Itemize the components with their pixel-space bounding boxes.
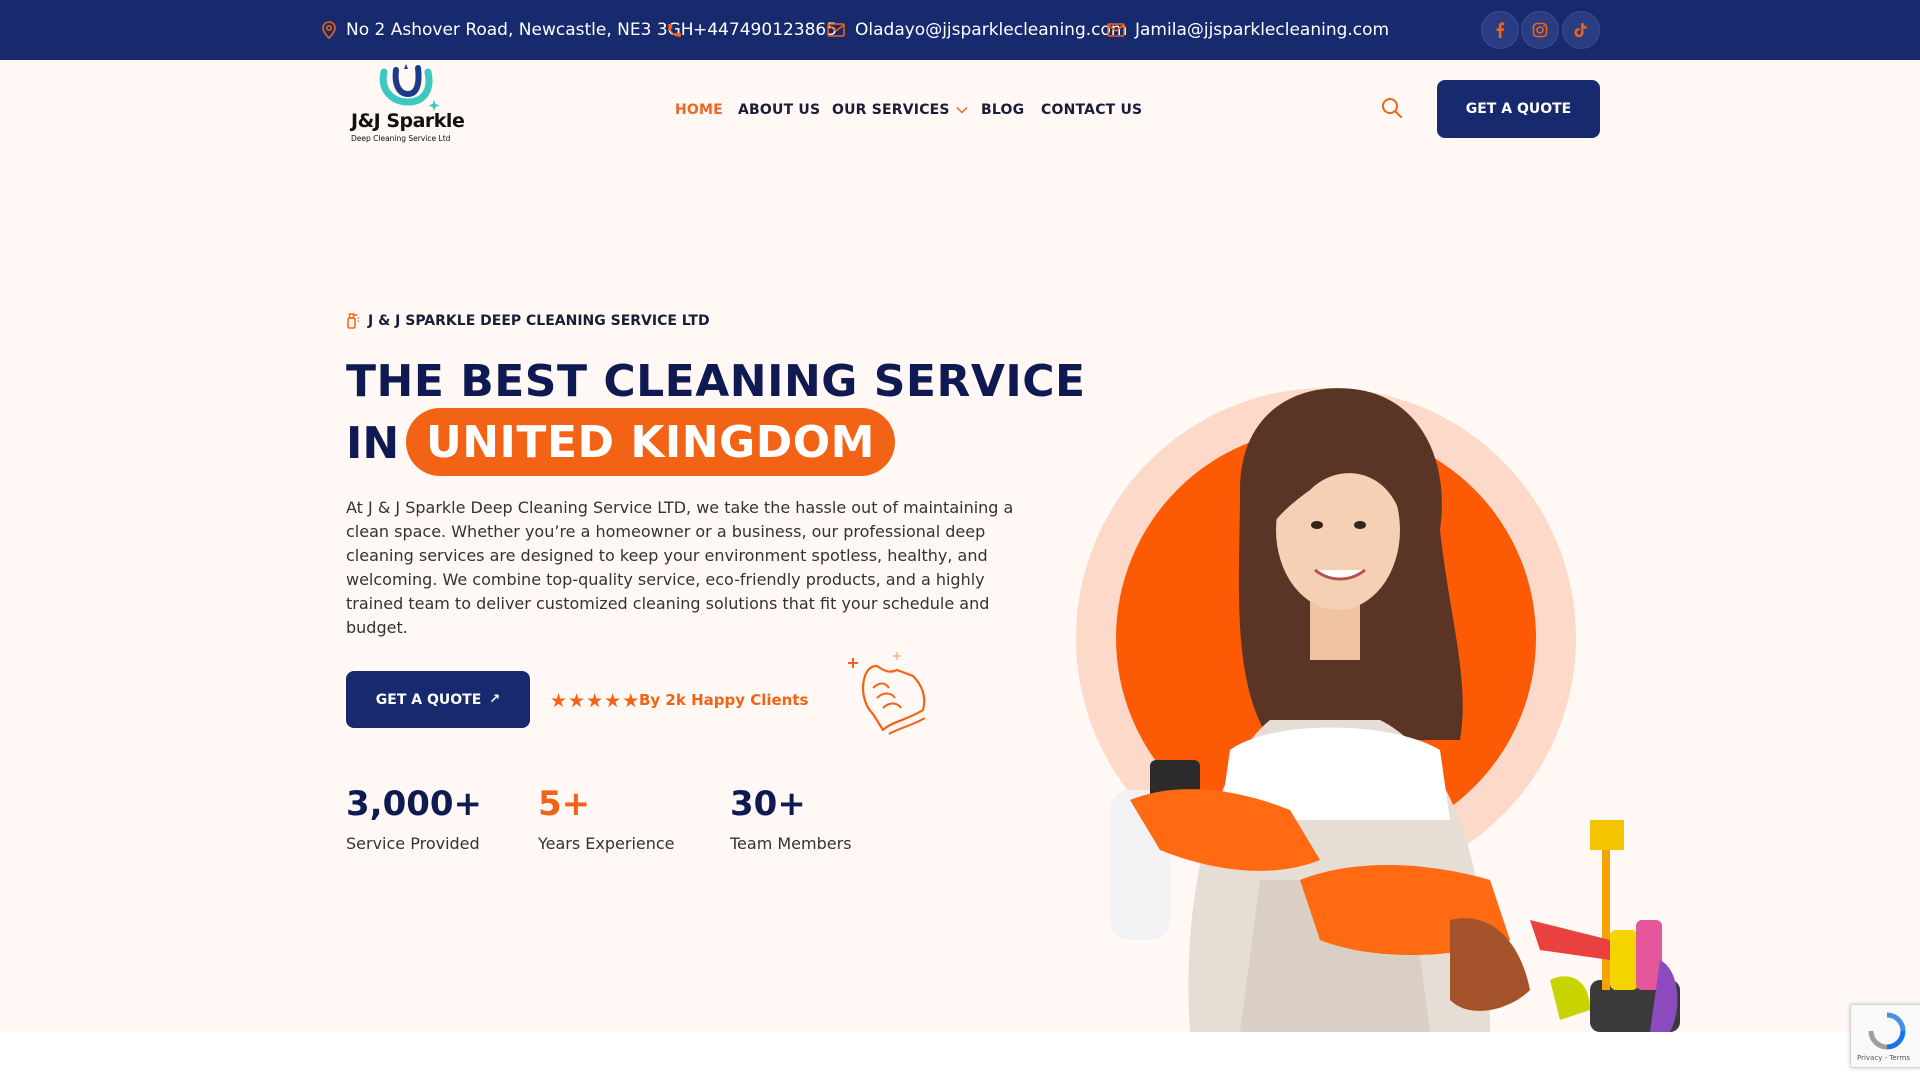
facebook-link[interactable] (1481, 11, 1519, 49)
logo-mark-icon (379, 64, 440, 111)
main-header: J&J Sparkle Deep Cleaning Service Ltd HO… (0, 60, 1920, 160)
location-pin-icon (322, 21, 336, 39)
nav-contact-us[interactable]: CONTACT US (1041, 60, 1142, 160)
get-quote-button-hero[interactable]: GET A QUOTE ↗ (346, 671, 530, 728)
recaptcha-terms[interactable]: Privacy - Terms (1857, 1054, 1910, 1062)
happy-clients-text: By 2k Happy Clients (639, 691, 809, 709)
stat-team-value: 30+ (730, 784, 806, 824)
arrow-up-right-icon: ↗ (489, 692, 501, 707)
star-icon: ★ (550, 691, 568, 712)
instagram-link[interactable] (1521, 11, 1559, 49)
search-icon (1382, 98, 1402, 118)
facebook-icon (1496, 22, 1505, 38)
stat-services: 3,000+ Service Provided (346, 784, 482, 853)
stat-services-value: 3,000+ (346, 784, 483, 824)
tiktok-link[interactable] (1562, 11, 1600, 49)
hero-title-line1: THE BEST CLEANING SERVICE (346, 356, 1086, 407)
stat-team-label: Team Members (730, 834, 852, 853)
stat-services-label: Service Provided (346, 834, 480, 853)
phone-text[interactable]: +447490123865 (693, 20, 837, 40)
email-text-2[interactable]: Jamila@jjsparklecleaning.com (1135, 20, 1389, 40)
stat-experience-label: Years Experience (538, 834, 675, 853)
mail-icon (827, 23, 845, 37)
tiktok-icon (1574, 23, 1587, 38)
hero-tagline: J & J SPARKLE DEEP CLEANING SERVICE LTD (346, 313, 710, 329)
stat-experience: 5+ Years Experience (538, 784, 675, 853)
nav-home[interactable]: HOME (675, 60, 723, 160)
spray-bottle-icon (347, 313, 360, 329)
phone-info[interactable]: +447490123865 (666, 0, 837, 60)
nav-about-us[interactable]: ABOUT US (738, 60, 820, 160)
email-info-2[interactable]: Jamila@jjsparklecleaning.com (1107, 0, 1389, 60)
stat-team: 30+ Team Members (730, 784, 852, 853)
get-quote-button-header[interactable]: GET A QUOTE (1437, 80, 1600, 138)
address-info: No 2 Ashover Road, Newcastle, NE3 3GH (322, 0, 694, 60)
hero-cleaner-image (1076, 388, 1680, 1032)
nav-our-services[interactable]: OUR SERVICES (832, 60, 968, 160)
cleaning-hand-icon (848, 652, 926, 735)
get-quote-label: GET A QUOTE (375, 691, 482, 708)
nav-blog[interactable]: BLOG (981, 60, 1024, 160)
hero-title-highlight: UNITED KINGDOM (406, 408, 895, 476)
hero-title-in: IN (346, 418, 400, 469)
phone-icon (668, 23, 681, 37)
hero-description: At J & J Sparkle Deep Cleaning Service L… (346, 498, 1014, 637)
nav-our-services-label: OUR SERVICES (832, 102, 950, 118)
recaptcha-badge[interactable]: Privacy - Terms (1850, 1004, 1920, 1068)
email-text-1[interactable]: Oladayo@jjsparklecleaning.com (855, 20, 1127, 40)
star-icon: ★ (568, 691, 586, 712)
star-icon: ★ (604, 691, 622, 712)
top-info-bar: No 2 Ashover Road, Newcastle, NE3 3GH +4… (0, 0, 1920, 60)
chevron-down-icon (956, 106, 968, 114)
hero-tagline-text: J & J SPARKLE DEEP CLEANING SERVICE LTD (368, 313, 710, 329)
site-logo[interactable]: J&J Sparkle Deep Cleaning Service Ltd (346, 64, 465, 146)
hero-section: J & J SPARKLE DEEP CLEANING SERVICE LTD … (0, 160, 1920, 1032)
star-icon: ★ (622, 691, 640, 712)
instagram-icon (1532, 22, 1548, 38)
recaptcha-icon (1868, 1012, 1906, 1050)
mail-icon (1107, 23, 1125, 37)
address-text: No 2 Ashover Road, Newcastle, NE3 3GH (346, 20, 694, 40)
search-button[interactable] (1380, 96, 1404, 120)
stat-experience-value: 5+ (538, 784, 591, 824)
logo-title: J&J Sparkle (351, 110, 465, 132)
star-icon: ★ (586, 691, 604, 712)
email-info-1[interactable]: Oladayo@jjsparklecleaning.com (827, 0, 1127, 60)
logo-subtitle: Deep Cleaning Service Ltd (351, 134, 451, 143)
rating-stars: ★ ★ ★ ★ ★ (550, 690, 640, 713)
